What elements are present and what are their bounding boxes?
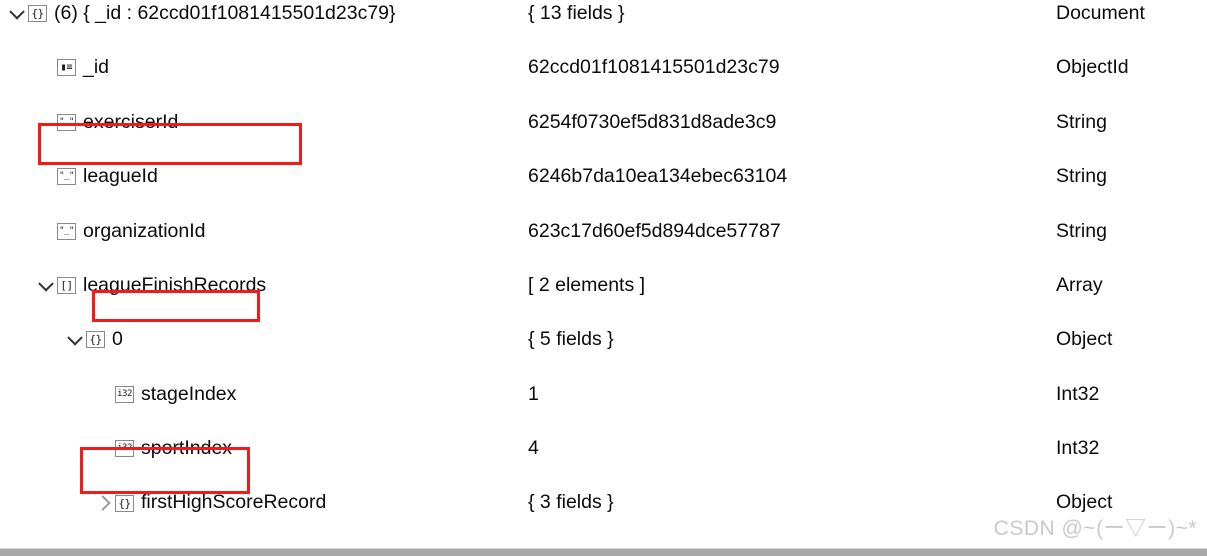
tree-row[interactable]: [] leagueFinishRecords [ 2 elements ] Array xyxy=(0,272,1207,299)
objectid-icon: ▮≡ xyxy=(57,59,76,77)
field-name: 0 xyxy=(112,328,123,351)
string-icon: "_" xyxy=(57,222,76,240)
tree-row-name-cell[interactable]: "_" organizationId xyxy=(35,218,210,245)
object-icon: {} xyxy=(115,494,134,512)
field-name: leagueFinishRecords xyxy=(83,273,267,296)
field-name: leagueId xyxy=(83,165,158,188)
field-type: Int32 xyxy=(1056,382,1100,405)
tree-row-name-cell[interactable]: [] leagueFinishRecords xyxy=(35,272,270,299)
tree-row[interactable]: {} (6) { _id : 62ccd01f1081415501d23c79}{… xyxy=(0,0,1207,27)
tree-row-name-cell[interactable]: "_" exerciserId xyxy=(35,109,182,136)
int32-icon: i32 xyxy=(115,440,134,458)
tree-row[interactable]: "_" leagueId 6246b7da10ea134ebec63104 Strin… xyxy=(0,163,1207,190)
array-icon: [] xyxy=(57,277,76,295)
field-value: 62ccd01f1081415501d23c79 xyxy=(528,56,780,79)
horizontal-scrollbar[interactable] xyxy=(0,548,1207,556)
scrollbar-thumb[interactable] xyxy=(0,549,1207,556)
field-value: 1 xyxy=(528,382,539,405)
field-value: 4 xyxy=(528,437,539,460)
field-value: 623c17d60ef5d894dce57787 xyxy=(528,219,781,242)
field-name: exerciserId xyxy=(83,110,179,133)
tree-row[interactable]: i32 stageIndex 1 Int32 xyxy=(0,381,1207,408)
field-name: organizationId xyxy=(83,219,206,242)
field-type: Object xyxy=(1056,328,1113,351)
document-icon: {} xyxy=(28,5,47,23)
tree-row[interactable]: ▮≡ _id 62ccd01f1081415501d23c79 ObjectId xyxy=(0,54,1207,81)
field-type: String xyxy=(1056,165,1107,188)
field-type: Document xyxy=(1056,2,1145,24)
object-icon: {} xyxy=(86,331,105,349)
tree-row[interactable]: {} 0 { 5 fields } Object xyxy=(0,326,1207,353)
field-value: { 13 fields } xyxy=(528,2,625,24)
field-type: ObjectId xyxy=(1056,56,1129,79)
field-type: String xyxy=(1056,110,1107,133)
field-name: stageIndex xyxy=(141,382,237,405)
field-name: firstHighScoreRecord xyxy=(141,491,327,514)
tree-row-name-cell[interactable]: {} firstHighScoreRecord xyxy=(93,489,330,516)
int32-icon: i32 xyxy=(115,385,134,403)
field-value: { 5 fields } xyxy=(528,328,614,351)
tree-row-name-cell[interactable]: i32 stageIndex xyxy=(93,381,240,408)
tree-row[interactable]: "_" organizationId 623c17d60ef5d894dce5778… xyxy=(0,218,1207,245)
tree-row[interactable]: i32 sportIndex 4 Int32 xyxy=(0,435,1207,462)
string-icon: "_" xyxy=(57,168,76,186)
tree-row-name-cell[interactable]: ▮≡ _id xyxy=(35,54,113,81)
field-value: [ 2 elements ] xyxy=(528,273,646,296)
field-name: (6) { _id : 62ccd01f1081415501d23c79} xyxy=(54,2,396,24)
tree-row-name-cell[interactable]: {} 0 xyxy=(64,326,127,353)
tree-row-name-cell[interactable]: i32 sportIndex xyxy=(93,435,236,462)
tree-row-name-cell[interactable]: "_" leagueId xyxy=(35,163,162,190)
field-type: Array xyxy=(1056,273,1103,296)
document-tree-view[interactable]: {} (6) { _id : 62ccd01f1081415501d23c79}{… xyxy=(0,0,1207,549)
field-name: sportIndex xyxy=(141,437,233,460)
watermark-text: CSDN @~(ー▽ー)~* xyxy=(993,517,1197,540)
field-value: 6246b7da10ea134ebec63104 xyxy=(528,165,788,188)
field-value: { 3 fields } xyxy=(528,491,614,514)
string-icon: "_" xyxy=(57,113,76,131)
field-type: String xyxy=(1056,219,1107,242)
field-type: Int32 xyxy=(1056,437,1100,460)
field-value: 6254f0730ef5d831d8ade3c9 xyxy=(528,110,777,133)
tree-row[interactable]: "_" exerciserId 6254f0730ef5d831d8ade3c9 St… xyxy=(0,109,1207,136)
field-name: _id xyxy=(83,56,110,79)
tree-row-name-cell[interactable]: {} (6) { _id : 62ccd01f1081415501d23c79} xyxy=(6,0,400,27)
